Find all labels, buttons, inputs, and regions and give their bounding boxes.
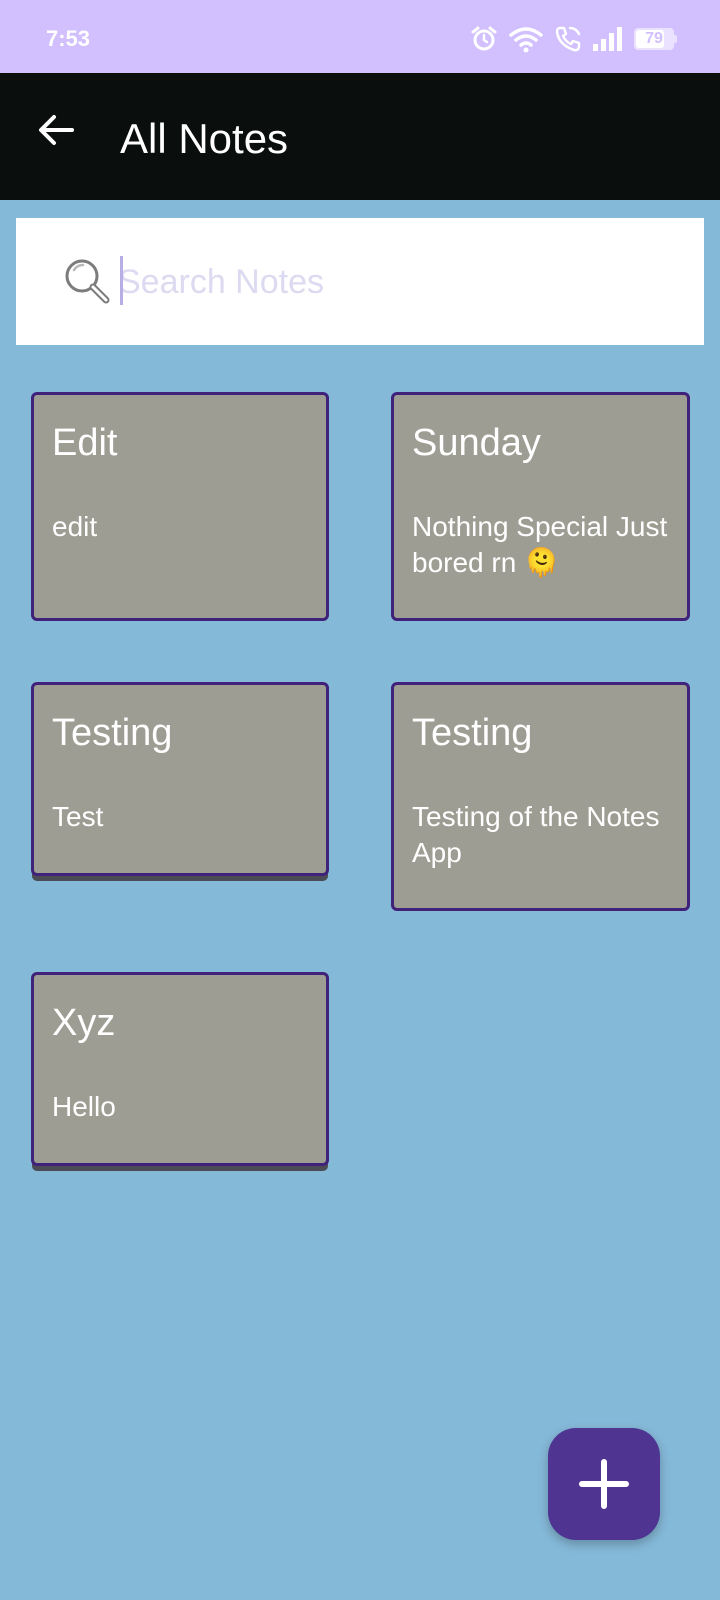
back-button[interactable] xyxy=(26,100,86,160)
status-icons: 79 xyxy=(470,24,678,54)
note-body: Test xyxy=(52,801,104,832)
note-card[interactable]: Edit edit xyxy=(31,392,329,621)
wifi-calling-icon xyxy=(555,26,581,52)
note-title: Sunday xyxy=(412,422,541,464)
note-card[interactable]: Xyz Hello xyxy=(31,972,329,1166)
note-title: Testing xyxy=(52,712,173,754)
add-note-button[interactable] xyxy=(548,1428,660,1540)
status-bar: 7:53 79 xyxy=(0,0,720,73)
note-title: Xyz xyxy=(52,1002,116,1044)
note-body: Hello xyxy=(52,1091,116,1122)
note-card[interactable]: Testing Test xyxy=(31,682,329,876)
note-title: Edit xyxy=(52,422,118,464)
arrow-left-icon xyxy=(39,115,74,145)
note-title: Testing xyxy=(412,712,533,754)
plus-icon xyxy=(579,1459,629,1509)
note-body: Nothing Special Just bored rn 🫠 xyxy=(412,511,668,578)
battery-icon: 79 xyxy=(634,28,678,50)
search-input[interactable] xyxy=(118,255,678,309)
page-title: All Notes xyxy=(120,115,289,162)
note-card[interactable]: Testing Testing of the Notes App xyxy=(391,682,690,911)
wifi-icon xyxy=(509,27,543,53)
magnifier-icon xyxy=(65,259,110,304)
status-time: 7:53 xyxy=(46,26,91,51)
note-card[interactable]: Sunday Nothing Special Just bored rn 🫠 xyxy=(391,392,690,621)
signal-icon xyxy=(593,27,622,51)
alarm-icon xyxy=(471,26,497,51)
note-body: Testing of the Notes App xyxy=(412,801,660,868)
text-caret xyxy=(120,256,123,305)
battery-level: 79 xyxy=(645,30,663,47)
note-body: edit xyxy=(52,511,98,542)
app-bar xyxy=(0,73,720,200)
